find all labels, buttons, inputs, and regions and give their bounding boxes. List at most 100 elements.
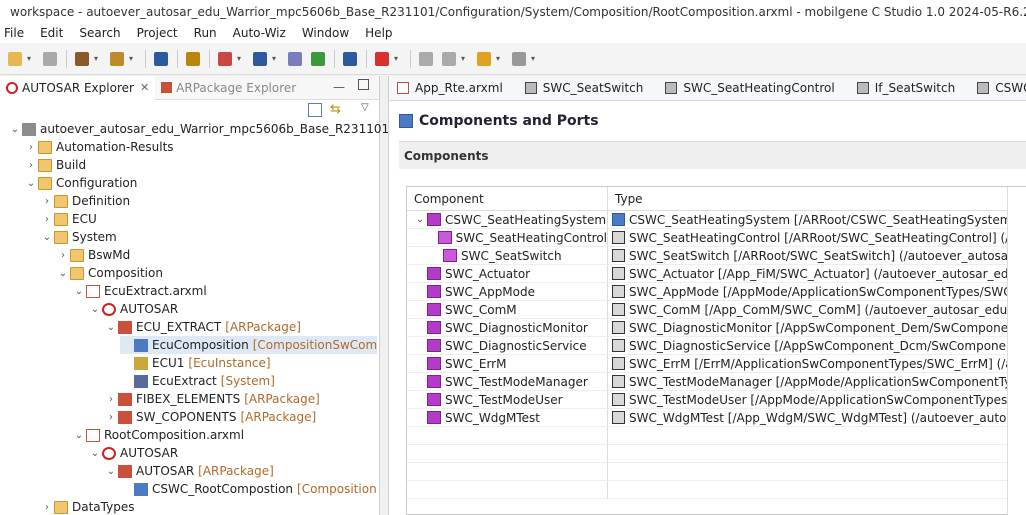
table-row[interactable]: ⌄ CSWC_SeatHeatingSystem CSWC_SeatHeatingS… bbox=[407, 211, 1026, 229]
dropdown-caret-icon[interactable]: ▾ bbox=[531, 54, 539, 63]
table-row[interactable]: SWC_DiagnosticMonitor SWC_DiagnosticMonit… bbox=[407, 319, 1026, 337]
tree-item[interactable]: ECU1 [EcuInstance] bbox=[120, 354, 271, 372]
chevron-down-icon[interactable]: ⌄ bbox=[72, 286, 86, 297]
tree-item[interactable]: ⌄ AUTOSAR [ARPackage] bbox=[104, 462, 274, 480]
tree-item[interactable]: › BswMd bbox=[56, 246, 130, 264]
dropdown-caret-icon[interactable]: ▾ bbox=[237, 54, 245, 63]
terminal-icon[interactable] bbox=[150, 48, 172, 70]
chevron-down-icon[interactable]: ⌄ bbox=[88, 448, 102, 459]
table-row[interactable]: SWC_Actuator SWC_Actuator [/App_FiM/SWC_A… bbox=[407, 265, 1026, 283]
wand-icon[interactable] bbox=[106, 48, 128, 70]
next-annotation-icon[interactable] bbox=[415, 48, 437, 70]
chevron-down-icon[interactable]: ⌄ bbox=[104, 322, 118, 333]
editor-tab[interactable]: If_SeatSwitch bbox=[849, 76, 970, 100]
dropdown-caret-icon[interactable]: ▾ bbox=[496, 54, 504, 63]
tree-item[interactable]: ⌄ Composition bbox=[56, 264, 163, 282]
forward-icon[interactable] bbox=[508, 48, 530, 70]
chevron-right-icon[interactable]: › bbox=[40, 502, 54, 513]
table-row[interactable]: SWC_ComM SWC_ComM [/App_ComM/SWC_ComM] (/… bbox=[407, 301, 1026, 319]
run-icon[interactable] bbox=[371, 48, 393, 70]
collapse-all-icon[interactable] bbox=[308, 103, 322, 117]
column-header-component[interactable]: Component bbox=[407, 187, 608, 210]
table-row[interactable]: SWC_TestModeManager SWC_TestModeManager [… bbox=[407, 373, 1026, 391]
bsw-icon[interactable] bbox=[307, 48, 329, 70]
validate-icon[interactable] bbox=[214, 48, 236, 70]
menu-item-auto-wiz[interactable]: Auto-Wiz bbox=[233, 26, 286, 40]
tree-item[interactable]: EcuComposition [CompositionSwCom bbox=[120, 336, 378, 354]
menu-item-file[interactable]: File bbox=[4, 26, 24, 40]
chip-icon[interactable] bbox=[339, 48, 361, 70]
maximize-icon[interactable] bbox=[358, 79, 369, 90]
import-icon[interactable] bbox=[249, 48, 271, 70]
chevron-right-icon[interactable]: › bbox=[40, 214, 54, 225]
tree-item[interactable]: › ECU bbox=[40, 210, 97, 228]
dropdown-caret-icon[interactable]: ▾ bbox=[461, 54, 469, 63]
tree-item[interactable]: › DataTypes bbox=[40, 498, 134, 515]
close-icon[interactable]: ✕ bbox=[140, 81, 149, 94]
menu-item-edit[interactable]: Edit bbox=[40, 26, 63, 40]
debug-icon[interactable] bbox=[182, 48, 204, 70]
table-row[interactable]: SWC_TestModeUser SWC_TestModeUser [/AppMo… bbox=[407, 391, 1026, 409]
dropdown-caret-icon[interactable]: ▾ bbox=[272, 54, 280, 63]
chevron-down-icon[interactable]: ⌄ bbox=[8, 124, 22, 135]
chevron-down-icon[interactable]: ⌄ bbox=[24, 178, 38, 189]
table-row[interactable]: SWC_WdgMTest SWC_WdgMTest [/App_WdgM/SWC_… bbox=[407, 409, 1026, 427]
tree-item[interactable]: ⌄ EcuExtract.arxml bbox=[72, 282, 207, 300]
components-section-header[interactable]: Components bbox=[399, 141, 1026, 169]
chevron-right-icon[interactable]: › bbox=[24, 160, 38, 171]
tree-item[interactable]: › Definition bbox=[40, 192, 130, 210]
tree-item[interactable]: ⌄ autoever_autosar_edu_Warrior_mpc5606b_B… bbox=[8, 120, 389, 138]
back-icon[interactable] bbox=[473, 48, 495, 70]
dropdown-caret-icon[interactable]: ▾ bbox=[94, 54, 102, 63]
tree-item[interactable]: › Automation-Results bbox=[24, 138, 174, 156]
chevron-right-icon[interactable]: › bbox=[56, 250, 70, 261]
dropdown-caret-icon[interactable]: ▾ bbox=[27, 54, 35, 63]
link-with-editor-icon[interactable]: ⇆ bbox=[330, 102, 341, 117]
tree-item[interactable]: ⌄ RootComposition.arxml bbox=[72, 426, 244, 444]
tab-autosar-explorer[interactable]: AUTOSAR Explorer ✕ bbox=[0, 75, 156, 100]
minimize-icon[interactable]: — bbox=[333, 80, 345, 94]
editor-tab[interactable]: SWC_SeatHeatingControl bbox=[657, 76, 848, 100]
hammer-icon[interactable] bbox=[71, 48, 93, 70]
chevron-right-icon[interactable]: › bbox=[104, 394, 118, 405]
tree-item[interactable]: › SW_COPONENTS [ARPackage] bbox=[104, 408, 316, 426]
menu-item-help[interactable]: Help bbox=[365, 26, 392, 40]
table-row[interactable]: SWC_SeatHeatingControl SWC_SeatHeatingCon… bbox=[407, 229, 1026, 247]
chevron-down-icon[interactable]: ⌄ bbox=[56, 268, 70, 279]
dropdown-caret-icon[interactable]: ▾ bbox=[129, 54, 137, 63]
tree-item[interactable]: ⌄ Configuration bbox=[24, 174, 138, 192]
vertical-scrollbar[interactable] bbox=[1007, 187, 1026, 515]
editor-tab[interactable]: App_Rte.arxml bbox=[389, 76, 517, 100]
editor-tab[interactable]: CSWC_S bbox=[969, 76, 1026, 100]
tree-item[interactable]: › Build bbox=[24, 156, 86, 174]
chevron-right-icon[interactable]: › bbox=[24, 142, 38, 153]
menu-item-run[interactable]: Run bbox=[194, 26, 217, 40]
chevron-down-icon[interactable]: ⌄ bbox=[104, 466, 118, 477]
menu-item-window[interactable]: Window bbox=[302, 26, 349, 40]
tree-item[interactable]: ⌄ AUTOSAR bbox=[88, 444, 178, 462]
chevron-down-icon[interactable]: ⌄ bbox=[72, 430, 86, 441]
editor-tab[interactable]: SWC_SeatSwitch bbox=[517, 76, 658, 100]
table-row[interactable]: SWC_DiagnosticService SWC_DiagnosticServi… bbox=[407, 337, 1026, 355]
chevron-right-icon[interactable]: › bbox=[104, 412, 118, 423]
chevron-down-icon[interactable]: ⌄ bbox=[413, 214, 427, 225]
tree-item[interactable]: ⌄ ECU_EXTRACT [ARPackage] bbox=[104, 318, 301, 336]
dropdown-caret-icon[interactable]: ▾ bbox=[394, 54, 402, 63]
tree-item[interactable]: › FIBEX_ELEMENTS [ARPackage] bbox=[104, 390, 320, 408]
tree-item[interactable]: CSWC_RootCompostion [Composition bbox=[120, 480, 377, 498]
column-header-type[interactable]: Type bbox=[608, 187, 1026, 210]
prev-annotation-icon[interactable] bbox=[438, 48, 460, 70]
chevron-down-icon[interactable]: ⌄ bbox=[40, 232, 54, 243]
menu-item-search[interactable]: Search bbox=[79, 26, 120, 40]
save-icon[interactable] bbox=[39, 48, 61, 70]
chevron-right-icon[interactable]: › bbox=[40, 196, 54, 207]
view-menu-icon[interactable]: ▽ bbox=[361, 102, 369, 113]
chevron-down-icon[interactable]: ⌄ bbox=[88, 304, 102, 315]
new-icon[interactable] bbox=[4, 48, 26, 70]
tab-arpackage-explorer[interactable]: ARPackage Explorer bbox=[155, 76, 302, 100]
tree-item[interactable]: ⌄ System bbox=[40, 228, 117, 246]
table-row[interactable]: SWC_SeatSwitch SWC_SeatSwitch [/ARRoot/SW… bbox=[407, 247, 1026, 265]
table-row[interactable]: SWC_ErrM SWC_ErrM [/ErrM/ApplicationSwCom… bbox=[407, 355, 1026, 373]
table-row[interactable]: SWC_AppMode SWC_AppMode [/AppMode/Applica… bbox=[407, 283, 1026, 301]
tree-item[interactable]: ⌄ AUTOSAR bbox=[88, 300, 178, 318]
